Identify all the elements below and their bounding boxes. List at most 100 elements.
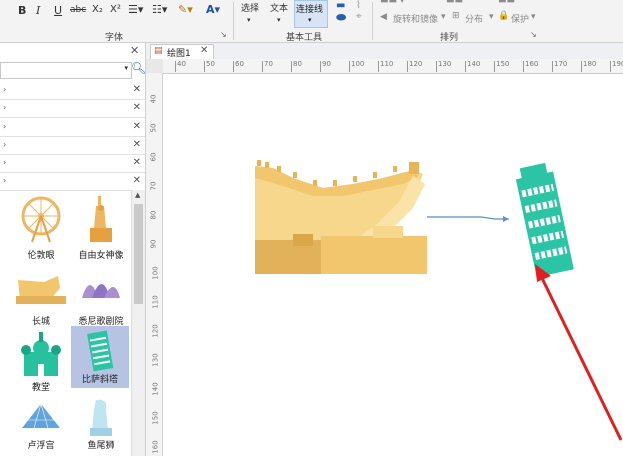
category-fold-icon: › — [3, 122, 7, 131]
ruler-tick-mark — [291, 61, 292, 72]
anchor-point-icon[interactable]: ⌖ — [356, 11, 362, 22]
select-tool-button[interactable]: 选择 — [241, 1, 259, 14]
vertical-ruler: 40 50 60 70 80 90 100 110 120 130 140 150 160 — [146, 73, 163, 456]
ribbon-toolbar: B I U abc X₂ X² ☰▾ ☷▾ ✎▾ A▾ 字体 ↘ 选择 ▾ 文本… — [0, 0, 623, 43]
connector-tool-label: 连接线 — [296, 5, 324, 15]
ruler-tick-mark — [610, 61, 611, 72]
distribute-icon[interactable]: ⊞ — [452, 11, 460, 21]
more-shape-icon[interactable]: ⌇ — [356, 0, 361, 11]
subscript-button[interactable]: X₂ — [92, 4, 103, 15]
ruler-tick-label: 130 — [151, 353, 160, 367]
ruler-tick-mark — [349, 61, 350, 72]
size-icon[interactable]: ▬▬ — [446, 0, 463, 6]
lock-icon[interactable]: 🔒 — [498, 11, 509, 21]
superscript-button[interactable]: X² — [110, 4, 121, 15]
shape-label: 自由女神像 — [78, 251, 124, 261]
line-spacing-icon[interactable]: ☰▾ — [128, 3, 143, 16]
library-category-row[interactable]: › ✕ — [0, 156, 145, 173]
ruler-tick-label: 120 — [151, 324, 160, 338]
group-icon[interactable]: ▬▬ — [498, 0, 515, 6]
ruler-tick-label: 50 — [206, 60, 215, 68]
ruler-tick-label: 160 — [525, 60, 539, 68]
tab-drawing-1[interactable]: ▤ 绘图1 ✕ — [150, 44, 214, 59]
close-category-icon[interactable]: ✕ — [133, 102, 141, 113]
library-category-row[interactable]: › ✕ — [0, 174, 145, 191]
search-dropdown-icon[interactable]: ▾ — [124, 64, 128, 72]
library-scrollbar[interactable]: ▲ — [131, 190, 145, 456]
ruler-tick-label: 60 — [235, 60, 244, 68]
font-group-label: 字体 — [105, 33, 124, 43]
shape-london-eye[interactable]: 伦敦眼 — [18, 194, 64, 264]
document-tab-bar: ▤ 绘图1 ✕ — [146, 43, 623, 59]
protect-dropdown-icon[interactable]: ▾ — [531, 12, 536, 22]
shape-louvre[interactable]: 卢浮宫 — [14, 398, 68, 456]
library-search-input[interactable]: ▾ — [0, 62, 132, 79]
rotate-mirror-button[interactable]: 旋转和镜像 — [393, 12, 438, 25]
ruler-tick-mark — [436, 61, 437, 72]
search-icon[interactable]: 🔍︎ — [131, 61, 146, 75]
shape-statue-of-liberty[interactable]: 自由女神像 — [74, 194, 128, 264]
bold-button[interactable]: B — [18, 4, 26, 17]
protect-button[interactable]: 保护 — [511, 12, 529, 25]
shape-leaning-tower-of-pisa[interactable]: 比萨斜塔 — [71, 326, 129, 388]
library-category-row[interactable]: › ✕ — [0, 138, 145, 155]
ruler-tick-label: 160 — [151, 440, 160, 454]
ruler-tick-label: 90 — [149, 239, 158, 249]
category-fold-icon: › — [3, 158, 7, 167]
arrange-dialog-launcher-icon[interactable]: ↘ — [530, 30, 537, 39]
ruler-tick-label: 100 — [151, 266, 160, 280]
highlight-icon[interactable]: ✎▾ — [178, 3, 193, 16]
scroll-up-icon[interactable]: ▲ — [135, 191, 140, 199]
ruler-tick-label: 70 — [264, 60, 273, 68]
shape-label: 比萨斜塔 — [81, 375, 118, 385]
ruler-tick-label: 110 — [151, 295, 160, 309]
close-category-icon[interactable]: ✕ — [133, 84, 141, 95]
italic-button[interactable]: I — [36, 4, 40, 17]
distribute-button[interactable]: 分布 — [465, 12, 483, 25]
library-category-row[interactable]: › ✕ — [0, 120, 145, 137]
align-icon[interactable]: ▬▬ ▾ — [380, 0, 404, 6]
shape-church[interactable]: 教堂 — [14, 330, 68, 396]
text-dropdown-icon[interactable]: ▾ — [277, 16, 281, 24]
shape-label: 伦敦眼 — [27, 251, 55, 261]
connector-tool-button[interactable]: 连接线 ▾ — [294, 0, 328, 28]
shape-sydney-opera-house[interactable]: 悉尼歌剧院 — [74, 266, 128, 332]
category-fold-icon: › — [3, 140, 7, 149]
close-category-icon[interactable]: ✕ — [133, 157, 141, 168]
distribute-dropdown-icon[interactable]: ▾ — [489, 12, 494, 22]
close-library-icon[interactable]: ✕ — [130, 44, 139, 57]
close-category-icon[interactable]: ✕ — [133, 175, 141, 186]
text-tool-button[interactable]: 文本 — [270, 1, 288, 14]
ruler-tick-label: 150 — [151, 411, 160, 425]
strikethrough-button[interactable]: abc — [70, 5, 86, 15]
shape-merlion[interactable]: 鱼尾狮 — [74, 396, 128, 456]
connector-line[interactable] — [425, 210, 515, 224]
drawing-canvas[interactable] — [163, 74, 623, 456]
connector-dropdown-icon: ▾ — [308, 16, 312, 24]
close-category-icon[interactable]: ✕ — [133, 139, 141, 150]
statue-of-liberty-icon — [90, 196, 112, 242]
library-category-row[interactable]: › ✕ — [0, 101, 145, 118]
rotate-dropdown-icon[interactable]: ▾ — [441, 12, 446, 22]
close-category-icon[interactable]: ✕ — [133, 121, 141, 132]
font-color-icon[interactable]: A▾ — [206, 3, 220, 16]
underline-button[interactable]: U — [54, 4, 62, 17]
category-fold-icon: › — [3, 85, 7, 94]
great-wall-shape[interactable] — [253, 160, 429, 276]
font-dialog-launcher-icon[interactable]: ↘ — [220, 30, 227, 39]
ruler-tick-mark — [204, 61, 205, 72]
ruler-tick-mark — [175, 61, 176, 72]
close-tab-icon[interactable]: ✕ — [200, 45, 208, 56]
ribbon-divider — [372, 2, 373, 40]
rotate-mirror-icon[interactable]: ◀ — [380, 12, 387, 22]
red-arrow-annotation — [535, 264, 623, 441]
leaning-tower-shape[interactable] — [503, 160, 589, 280]
ruler-tick-label: 170 — [554, 60, 568, 68]
ruler-tick-label: 80 — [149, 210, 158, 220]
select-dropdown-icon[interactable]: ▾ — [247, 16, 251, 24]
bullets-icon[interactable]: ☷▾ — [152, 3, 167, 16]
library-category-row[interactable]: › ✕ — [0, 83, 145, 100]
scrollbar-thumb[interactable] — [134, 204, 143, 304]
ellipse-shape-icon[interactable]: ⬬ — [336, 10, 346, 25]
shape-great-wall[interactable]: 长城 — [14, 266, 68, 332]
